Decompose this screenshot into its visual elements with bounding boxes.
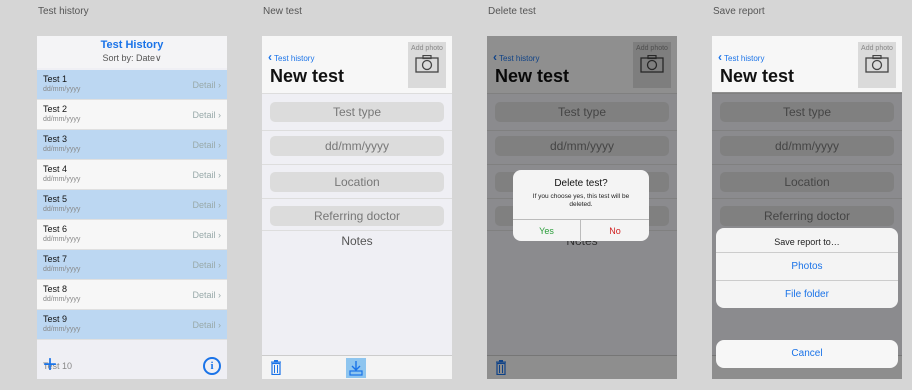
detail-link[interactable]: Detail ›: [192, 230, 221, 240]
detail-link[interactable]: Detail ›: [192, 200, 221, 210]
detail-link[interactable]: Detail ›: [192, 320, 221, 330]
divider: [262, 230, 452, 231]
test-date: dd/mm/yyyy: [43, 146, 81, 153]
test-name: Test 3: [43, 134, 68, 144]
detail-link[interactable]: Detail ›: [192, 290, 221, 300]
add-test-button[interactable]: +: [43, 353, 57, 377]
test-date: dd/mm/yyyy: [43, 116, 81, 123]
alert-buttons: Yes No: [513, 219, 649, 242]
save-report-screen: ‹ Test history New test Add photo Test ty…: [712, 36, 902, 379]
camera-icon: [415, 54, 439, 73]
info-icon[interactable]: i: [203, 357, 221, 375]
caption-save-report: Save report: [713, 6, 765, 17]
alert-message: If you choose yes, this test will be del…: [532, 193, 630, 208]
test-list: Test 1 dd/mm/yyyy Detail › Test 2 dd/mm/yyyy…: [37, 70, 227, 340]
detail-link[interactable]: Detail ›: [192, 110, 221, 120]
list-item[interactable]: Test 5 dd/mm/yyyy Detail ›: [37, 190, 227, 220]
divider: [262, 130, 452, 131]
test-date: dd/mm/yyyy: [43, 296, 81, 303]
list-item[interactable]: Test 3 dd/mm/yyyy Detail ›: [37, 130, 227, 160]
detail-link[interactable]: Detail ›: [192, 80, 221, 90]
no-button[interactable]: No: [581, 220, 649, 242]
add-photo-button[interactable]: Add photo: [408, 42, 446, 88]
divider: [262, 164, 452, 165]
test-name: Test 6: [43, 224, 68, 234]
caption-new-test: New test: [263, 6, 302, 17]
add-photo-label: Add photo: [861, 45, 893, 52]
back-label: Test history: [724, 54, 765, 63]
delete-test-screen: ‹ Test history New test Add photo Test ty…: [487, 36, 677, 379]
test-name: Test 5: [43, 194, 68, 204]
save-action-sheet: Save report to… Photos File folder: [716, 228, 898, 308]
add-photo-button[interactable]: Add photo: [858, 42, 896, 88]
detail-link[interactable]: Detail ›: [192, 260, 221, 270]
test-history-screen: Test History Sort by: Date∨ Test 1 dd/mm/…: [37, 36, 227, 379]
cancel-button[interactable]: Cancel: [716, 340, 898, 368]
page-title: New test: [720, 66, 795, 86]
test-name: Test 1: [43, 74, 68, 84]
page-title: New test: [270, 66, 345, 86]
download-icon: [349, 361, 363, 376]
list-item[interactable]: Test 9 dd/mm/yyyy Detail ›: [37, 310, 227, 340]
history-title: Test History: [100, 39, 164, 51]
caption-test-history: Test history: [38, 6, 89, 17]
list-item[interactable]: Test 6 dd/mm/yyyy Detail ›: [37, 220, 227, 250]
test-name: Test 4: [43, 164, 68, 174]
test-date: dd/mm/yyyy: [43, 206, 81, 213]
sheet-title: Save report to…: [774, 237, 840, 247]
test-name: Test 2: [43, 104, 68, 114]
date-field[interactable]: dd/mm/yyyy: [270, 136, 444, 156]
new-test-header: ‹ Test history New test Add photo: [712, 36, 902, 94]
detail-link[interactable]: Detail ›: [192, 140, 221, 150]
detail-link[interactable]: Detail ›: [192, 170, 221, 180]
list-item[interactable]: Test 2 dd/mm/yyyy Detail ›: [37, 100, 227, 130]
test-date: dd/mm/yyyy: [43, 326, 81, 333]
test-date: dd/mm/yyyy: [43, 86, 81, 93]
test-name: Test 9: [43, 314, 68, 324]
delete-alert-dialog: Delete test? If you choose yes, this tes…: [513, 170, 649, 242]
sort-by-selector[interactable]: Sort by: Date∨: [37, 53, 227, 64]
bottom-toolbar: [262, 355, 452, 379]
history-header: Test History Sort by: Date∨: [37, 36, 227, 68]
add-photo-label: Add photo: [411, 45, 443, 52]
list-item[interactable]: Test 4 dd/mm/yyyy Detail ›: [37, 160, 227, 190]
test-name: Test 7: [43, 254, 68, 264]
trash-icon[interactable]: [270, 360, 282, 375]
back-label: Test history: [274, 54, 315, 63]
chevron-left-icon: ‹: [718, 50, 722, 64]
caption-delete-test: Delete test: [488, 6, 536, 17]
test-type-field[interactable]: Test type: [270, 102, 444, 122]
list-item[interactable]: Test 8 dd/mm/yyyy Detail ›: [37, 280, 227, 310]
notes-field[interactable]: Notes: [262, 234, 452, 248]
divider: [262, 198, 452, 199]
test-date: dd/mm/yyyy: [43, 236, 81, 243]
camera-icon: [865, 54, 889, 73]
test-name: Test 8: [43, 284, 68, 294]
chevron-left-icon: ‹: [268, 50, 272, 64]
location-field[interactable]: Location: [270, 172, 444, 192]
save-report-button[interactable]: [346, 358, 366, 378]
test-date: dd/mm/yyyy: [43, 176, 81, 183]
save-to-file-folder-option[interactable]: File folder: [716, 280, 898, 308]
list-item[interactable]: Test 7 dd/mm/yyyy Detail ›: [37, 250, 227, 280]
save-to-photos-option[interactable]: Photos: [716, 252, 898, 280]
back-button[interactable]: ‹ Test history: [718, 50, 764, 64]
alert-title: Delete test?: [554, 178, 608, 189]
new-test-screen: ‹ Test history New test Add photo Test ty…: [262, 36, 452, 379]
new-test-header: ‹ Test history New test Add photo: [262, 36, 452, 94]
test-date: dd/mm/yyyy: [43, 266, 81, 273]
list-item[interactable]: Test 1 dd/mm/yyyy Detail ›: [37, 70, 227, 100]
yes-button[interactable]: Yes: [513, 220, 581, 242]
back-button[interactable]: ‹ Test history: [268, 50, 314, 64]
referring-doctor-field[interactable]: Referring doctor: [270, 206, 444, 226]
